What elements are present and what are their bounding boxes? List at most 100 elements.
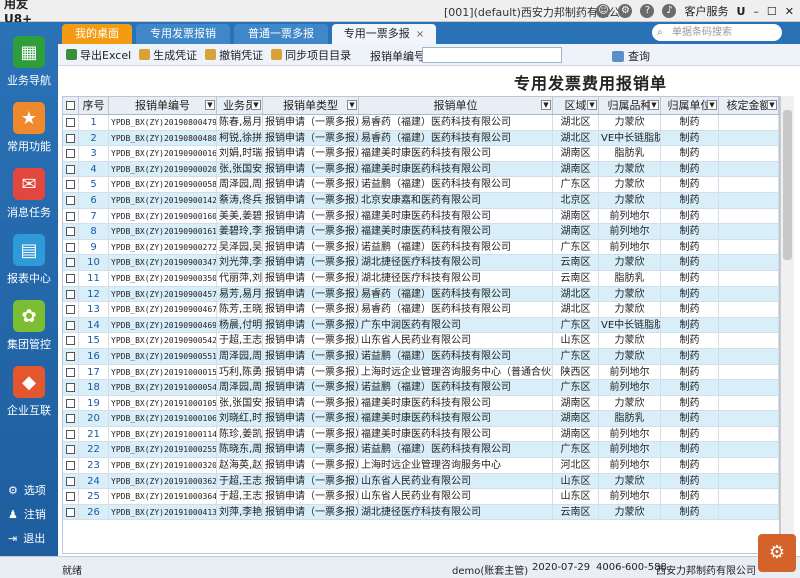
options-button[interactable]: ⚙ 选项 (8, 482, 46, 498)
table-row[interactable]: 10YPDB_BX(ZY)20190900347刘光萍,李波报销申请（一票多报）… (63, 255, 779, 271)
close-button[interactable]: ✕ (785, 5, 794, 18)
row-checkbox[interactable] (63, 115, 79, 130)
salesperson: 吴泽园,吴俊 (219, 239, 263, 255)
column-header[interactable]: 报销单位 ▼ (359, 97, 553, 114)
column-header[interactable]: 业务员 ▼ (217, 97, 263, 114)
gear-logo-icon[interactable]: ⚙ (758, 534, 796, 572)
row-checkbox[interactable] (63, 489, 79, 504)
table-row[interactable]: 23YPDB_BX(ZY)20191000320赵海英,赵蓉报销申请（一票多报）… (63, 458, 779, 474)
close-tab-icon[interactable]: × (416, 29, 424, 40)
row-checkbox[interactable] (63, 177, 79, 192)
scrollbar-thumb[interactable] (783, 110, 792, 260)
table-row[interactable]: 3 YPDB_BX(ZY)20190900016 刘娟,时瑞 报销申请（一票多报） 福建… (63, 146, 779, 162)
row-checkbox[interactable] (63, 239, 79, 255)
row-checkbox[interactable] (63, 208, 79, 224)
row-checkbox[interactable] (63, 333, 79, 348)
row-checkbox[interactable] (63, 442, 79, 458)
column-header[interactable]: 归属单位 ▼ (661, 97, 719, 114)
row-checkbox[interactable] (63, 395, 79, 411)
row-checkbox[interactable] (63, 458, 79, 473)
customer-service-link[interactable]: 客户服务 (684, 3, 728, 19)
settings-icon[interactable]: ⚙ (618, 4, 633, 18)
sidebar-item-business-nav[interactable]: ▦ 业务导航 (0, 36, 58, 88)
generate-voucher-button[interactable]: 生成凭证 (139, 47, 197, 63)
row-checkbox[interactable] (63, 161, 79, 177)
column-header[interactable]: 归属品种 ▼ (599, 97, 661, 114)
table-row[interactable]: 26YPDB_BX(ZY)20191000413刘萍,李艳,张报销申请（一票多报… (63, 504, 779, 521)
barcode-search-input[interactable]: ⌕ 单据条码搜索 (652, 24, 782, 41)
column-header[interactable]: 报销单类型 ▼ (263, 97, 359, 114)
row-checkbox[interactable] (63, 224, 79, 239)
table-row[interactable]: 2 YPDB_BX(ZY)20190800480 柯锐,徐拼 报销申请（一票多报） 易睿… (63, 130, 779, 147)
sidebar-item-messages[interactable]: ✉ 消息任务 (0, 168, 58, 220)
table-row[interactable]: 1YPDB_BX(ZY)20190800479陈春,易月,郑报销申请（一票多报）… (63, 115, 779, 131)
table-row[interactable]: 25 YPDB_BX(ZY)20191000364 于超,王志 报销申请（一票多报）山… (63, 489, 779, 505)
vertical-scrollbar[interactable] (780, 96, 794, 554)
tab-special-multi[interactable]: 专用一票多报 × (332, 24, 436, 44)
row-checkbox[interactable] (63, 146, 79, 161)
sync-catalog-button[interactable]: 同步项目目录 (271, 47, 351, 63)
row-checkbox[interactable] (63, 130, 79, 146)
sidebar-item-common[interactable]: ★ 常用功能 (0, 102, 58, 154)
logout-button[interactable]: ♟ 注销 (8, 506, 46, 522)
tab-normal-multi[interactable]: 普通一票多报 (234, 24, 328, 44)
row-checkbox[interactable] (63, 255, 79, 270)
table-row[interactable]: 8YPDB_BX(ZY)20190900161姜碧玲,李莉报销申请（一票多报）福… (63, 224, 779, 240)
export-excel-button[interactable]: 导出Excel (66, 47, 131, 63)
cancel-voucher-button[interactable]: 撤销凭证 (205, 47, 263, 63)
row-checkbox[interactable] (63, 317, 79, 333)
owner-unit: 制药 (661, 239, 719, 255)
table-row[interactable]: 9YPDB_BX(ZY)20190900272吴泽园,吴俊报销申请（一票多报）诺… (63, 239, 779, 256)
row-checkbox[interactable] (63, 286, 79, 302)
row-checkbox[interactable] (63, 380, 79, 395)
table-row[interactable]: 12YPDB_BX(ZY)20190900457易芳,易月,桃报销申请（一票多报… (63, 286, 779, 303)
voucher-number-input[interactable] (422, 47, 562, 63)
region: 山东区 (553, 473, 599, 489)
table-row[interactable]: 20YPDB_BX(ZY)20191000106刘晓红,时瑞报销申请（一票多报）… (63, 411, 779, 427)
table-row[interactable]: 6 YPDB_BX(ZY)20190900142 蔡涛,佟兵 报销申请（一票多报） 北京… (63, 192, 779, 209)
sidebar-item-interconnect[interactable]: ◆ 企业互联 (0, 366, 58, 418)
minimize-button[interactable]: – (753, 5, 759, 18)
table-row[interactable]: 16YPDB_BX(ZY)20190900551周泽园,周泽报销申请（一票多报）… (63, 348, 779, 365)
row-checkbox[interactable] (63, 270, 79, 286)
table-row[interactable]: 19YPDB_BX(ZY)20191000105张,张国安,何报销申请（一票多报… (63, 395, 779, 412)
table-row[interactable]: 18YPDB_BX(ZY)20191000054周泽园,周泽报销申请（一票多报）… (63, 380, 779, 396)
tab-my-desktop[interactable]: 我的桌面 (62, 24, 132, 44)
reimbursing-unit: 北京安康嘉和医药有限公司 (359, 192, 553, 208)
row-checkbox[interactable] (63, 473, 79, 489)
row-checkbox[interactable] (63, 426, 79, 442)
exit-button[interactable]: ⇥ 退出 (8, 530, 45, 546)
sidebar-item-reports[interactable]: ▤ 报表中心 (0, 234, 58, 286)
table-row[interactable]: 13YPDB_BX(ZY)20190900467陈芳,王晓君报销申请（一票多报）… (63, 302, 779, 318)
help-icon[interactable]: ? (640, 4, 655, 18)
table-row[interactable]: 4YPDB_BX(ZY)20190900020张,张国安,何报销申请（一票多报）… (63, 161, 779, 178)
table-row[interactable]: 11YPDB_BX(ZY)20190900350代丽萍,刘孙报销申请（一票多报）… (63, 270, 779, 287)
voucher-type: 报销申请（一票多报） (265, 317, 359, 333)
sidebar-item-group[interactable]: ✿ 集团管控 (0, 300, 58, 352)
maximize-button[interactable]: ☐ (767, 5, 777, 18)
row-checkbox[interactable] (63, 348, 79, 364)
u-brand-icon[interactable]: U (736, 5, 745, 18)
row-checkbox[interactable] (63, 192, 79, 208)
tab-special-invoice[interactable]: 专用发票报销 (136, 24, 230, 44)
column-header[interactable]: 序号 (79, 97, 109, 114)
table-row[interactable]: 21YPDB_BX(ZY)20191000114陈珍,姜凯,张报销申请（一票多报… (63, 426, 779, 443)
table-row[interactable]: 7YPDB_BX(ZY)20190900160美美,姜碧玲报销申请（一票多报）福… (63, 208, 779, 225)
table-row[interactable]: 24 YPDB_BX(ZY)20191000362 于超,王志 报销申请（一票多报）山… (63, 473, 779, 490)
table-row[interactable]: 15 YPDB_BX(ZY)20190900542 于超,王志 报销申请（一票多报）山… (63, 333, 779, 349)
table-row[interactable]: 5YPDB_BX(ZY)20190900058周泽园,周泽报销申请（一票多报）诺… (63, 177, 779, 193)
row-checkbox[interactable] (63, 302, 79, 317)
row-checkbox[interactable] (63, 411, 79, 426)
select-all-checkbox[interactable] (63, 97, 79, 114)
smiley-icon[interactable]: ☺ (596, 4, 611, 18)
column-header[interactable]: 报销单编号 ▼ (109, 97, 217, 114)
column-header[interactable]: 区域 ▼ (553, 97, 599, 114)
row-checkbox[interactable] (63, 504, 79, 520)
table-row[interactable]: 22YPDB_BX(ZY)20191000255陈晓东,周泽报销申请（一票多报）… (63, 442, 779, 459)
query-button[interactable]: 查询 (612, 48, 650, 64)
table-row[interactable]: 14 YPDB_BX(ZY)20190900469 杨晨,付明 报销申请（一票多报）广… (63, 317, 779, 334)
column-header[interactable]: 核定金额 ▼ (719, 97, 779, 114)
table-row[interactable]: 17 YPDB_BX(ZY)20191000015 巧利,陈勇 报销申请（一票多报）上… (63, 364, 779, 381)
row-checkbox[interactable] (63, 364, 79, 380)
service-icon[interactable]: ♪ (662, 4, 677, 18)
